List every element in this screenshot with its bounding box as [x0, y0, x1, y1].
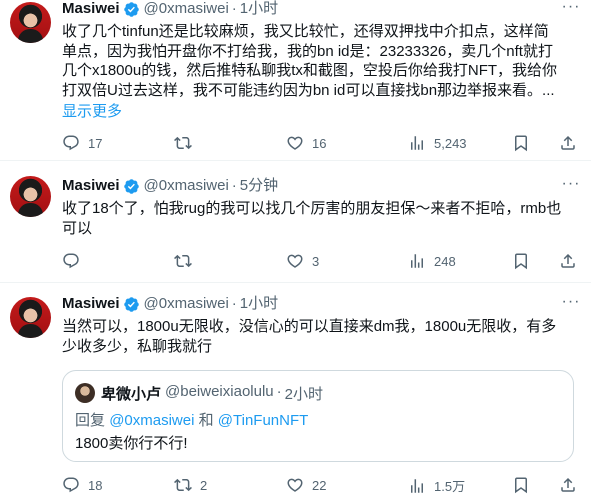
more-icon[interactable]: ··· [561, 294, 581, 315]
action-bar: 17 16 5,243 [62, 134, 580, 154]
more-icon[interactable]: ··· [561, 176, 581, 197]
tweet-header: Masiwei @0xmasiwei · 1小时 [62, 295, 278, 313]
action-bar: 3 248 [62, 252, 580, 272]
separator-dot: · [276, 383, 282, 400]
bookmark-button[interactable] [512, 476, 538, 494]
views-count: 5,243 [434, 135, 467, 151]
views-button[interactable]: 248 [408, 252, 456, 270]
retweet-icon [174, 252, 192, 270]
views-icon [408, 134, 426, 152]
views-count: 1.5万 [434, 479, 466, 494]
views-button[interactable]: 5,243 [408, 134, 467, 152]
like-button[interactable]: 22 [286, 476, 326, 494]
quoted-author-handle: @beiweixiaolulu [165, 383, 274, 400]
share-button[interactable] [559, 134, 585, 152]
like-button[interactable]: 16 [286, 134, 326, 152]
author-handle[interactable]: @0xmasiwei [144, 0, 229, 18]
reply-icon [62, 134, 80, 152]
views-icon [408, 252, 426, 270]
avatar[interactable] [10, 297, 51, 338]
quoted-reply-context: 回复 @0xmasiwei 和 @TinFunNFT [75, 409, 308, 430]
verified-badge-icon [123, 178, 140, 195]
mention-link[interactable]: @0xmasiwei [109, 412, 194, 429]
like-count: 3 [312, 253, 320, 269]
quoted-timestamp: 2小时 [284, 386, 323, 403]
verified-badge-icon [123, 296, 140, 313]
bookmark-button[interactable] [512, 252, 538, 270]
verified-badge-icon [123, 1, 140, 18]
timestamp[interactable]: 1小时 [240, 295, 278, 313]
reply-count: 18 [88, 477, 103, 493]
share-icon [559, 252, 577, 270]
timestamp[interactable]: 5分钟 [240, 177, 278, 195]
reply-button[interactable] [62, 252, 88, 270]
tweet-text: 收了18个了，怕我rug的我可以找几个厉害的朋友担保～来者不拒哈，rmb也可以 [62, 200, 562, 237]
share-icon [559, 476, 577, 494]
reply-button[interactable]: 17 [62, 134, 102, 152]
reply-icon [62, 476, 80, 494]
retweet-icon [174, 134, 192, 152]
more-icon[interactable]: ··· [561, 0, 581, 20]
views-icon [408, 477, 426, 495]
author-name[interactable]: Masiwei [62, 295, 120, 313]
author-handle[interactable]: @0xmasiwei [144, 295, 229, 313]
like-icon [286, 252, 304, 270]
separator-dot: · [231, 295, 237, 312]
tweet[interactable]: Masiwei @0xmasiwei · 5分钟 ··· 收了18个了，怕我ru… [0, 161, 591, 283]
like-count: 22 [312, 477, 327, 493]
retweet-button[interactable] [174, 134, 200, 152]
quoted-author-name: 卑微小卢 [101, 386, 162, 403]
views-count: 248 [434, 253, 456, 269]
retweet-button[interactable]: 2 [174, 476, 207, 494]
bookmark-button[interactable] [512, 134, 538, 152]
author-name[interactable]: Masiwei [62, 0, 120, 18]
share-button[interactable] [559, 252, 585, 270]
mention-link[interactable]: @TinFunNFT [218, 412, 309, 429]
author-handle[interactable]: @0xmasiwei [144, 177, 229, 195]
like-button[interactable]: 3 [286, 252, 319, 270]
bookmark-icon [512, 252, 530, 270]
tweet-header: Masiwei @0xmasiwei · 1小时 [62, 0, 278, 18]
retweet-count: 2 [200, 477, 208, 493]
retweet-icon [174, 476, 192, 494]
tweet-text: 当然可以，1800u无限收，没信心的可以直接来dm我，1800u无限收，有多少收… [62, 318, 557, 355]
quoted-avatar [75, 383, 95, 403]
tweet-header: Masiwei @0xmasiwei · 5分钟 [62, 177, 278, 195]
like-count: 16 [312, 135, 327, 151]
reply-button[interactable]: 18 [62, 476, 102, 494]
share-button[interactable] [559, 476, 585, 494]
separator-dot: · [231, 0, 237, 17]
bookmark-icon [512, 476, 530, 494]
timestamp[interactable]: 1小时 [240, 0, 278, 18]
reply-count: 17 [88, 135, 103, 151]
tweet[interactable]: Masiwei @0xmasiwei · 1小时 ··· 当然可以，1800u无… [0, 283, 591, 495]
reply-icon [62, 252, 80, 270]
retweet-button[interactable] [174, 252, 200, 270]
avatar[interactable] [10, 176, 51, 217]
tweet-text: 收了几个tinfun还是比较麻烦，我又比较忙，还得双押找中介扣点，这样简单点，因… [62, 23, 558, 99]
action-bar: 18 2 22 1.5万 [62, 476, 580, 495]
quoted-header: 卑微小卢 @beiweixiaolulu · 2小时 [101, 383, 323, 404]
author-name[interactable]: Masiwei [62, 177, 120, 195]
reply-prefix: 回复 [75, 412, 106, 429]
reply-and: 和 [198, 412, 214, 429]
like-icon [286, 476, 304, 494]
views-button[interactable]: 1.5万 [408, 476, 465, 495]
avatar[interactable] [10, 2, 51, 43]
separator-dot: · [231, 177, 237, 194]
like-icon [286, 134, 304, 152]
tweet[interactable]: Masiwei @0xmasiwei · 1小时 ··· 收了几个tinfun还… [0, 0, 591, 161]
quoted-text: 1800卖你行不行! [75, 435, 188, 452]
quoted-tweet[interactable]: 卑微小卢 @beiweixiaolulu · 2小时 回复 @0xmasiwei… [62, 370, 574, 462]
share-icon [559, 134, 577, 152]
bookmark-icon [512, 134, 530, 152]
show-more-link[interactable]: 显示更多 [62, 100, 122, 121]
